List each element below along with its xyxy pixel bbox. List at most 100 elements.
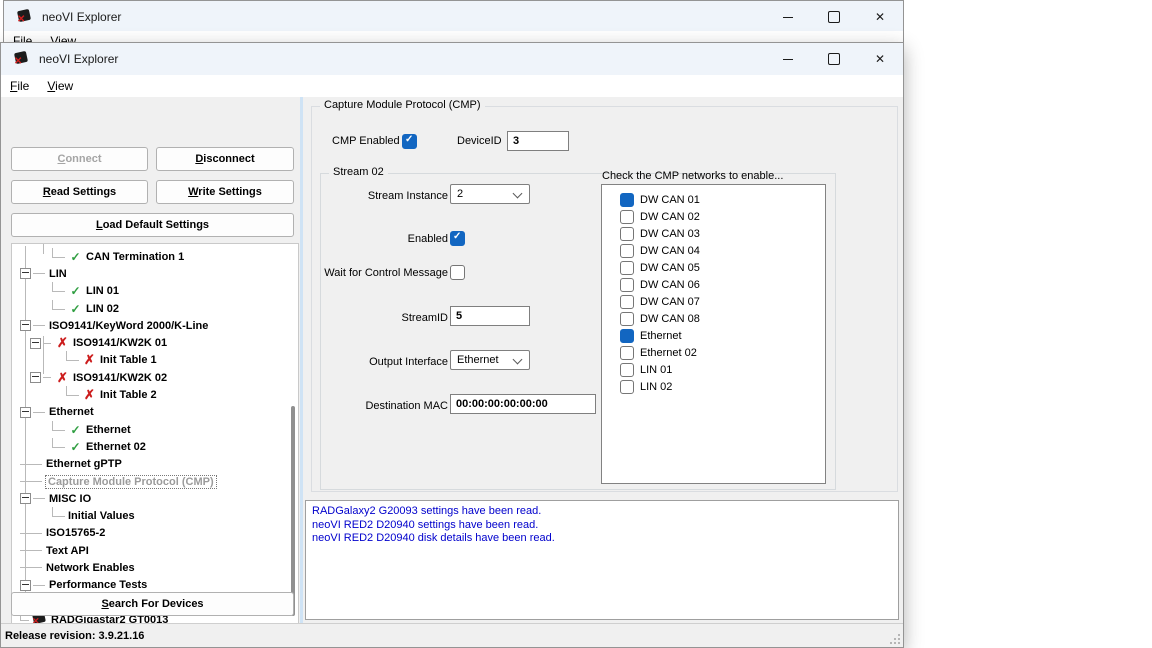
tree-connector [52, 507, 65, 517]
maximize-button[interactable] [811, 43, 857, 75]
neovi-explorer-window: ✕ neoVI Explorer ✕ File View Connect Dis… [0, 42, 904, 648]
log-output[interactable]: RADGalaxy2 G20093 settings have been rea… [305, 500, 899, 620]
tree-item-can-termination-1[interactable]: ✓CAN Termination 1 [12, 248, 298, 265]
wait-for-control-message-checkbox[interactable] [450, 265, 465, 280]
wait-for-control-message-label: Wait for Control Message [307, 265, 448, 281]
minimize-button[interactable] [765, 43, 811, 75]
collapse-icon[interactable] [20, 493, 31, 504]
write-settings-button[interactable]: Write Settings [156, 180, 294, 204]
tree-item-ethernet-group[interactable]: Ethernet [12, 404, 298, 421]
collapse-icon[interactable] [30, 372, 41, 383]
network-item-dw-can-06[interactable]: DW CAN 06 [602, 276, 825, 293]
device-id-input[interactable] [507, 131, 569, 151]
chevron-down-icon [513, 355, 523, 365]
network-item-dw-can-01[interactable]: DW CAN 01 [602, 191, 825, 208]
network-item-dw-can-03[interactable]: DW CAN 03 [602, 225, 825, 242]
window-content: Connect Disconnect Read Settings Write S… [1, 97, 903, 623]
network-item-dw-can-05[interactable]: DW CAN 05 [602, 259, 825, 276]
tree-item-ethernet[interactable]: ✓Ethernet [12, 421, 298, 438]
cross-icon: ✗ [55, 370, 70, 386]
checkbox[interactable] [620, 227, 634, 241]
tree-item-init-table-2[interactable]: ✗Init Table 2 [12, 386, 298, 403]
checkbox[interactable] [620, 312, 634, 326]
tree-item-lin-02[interactable]: ✓LIN 02 [12, 300, 298, 317]
tree-item-lin[interactable]: LIN [12, 265, 298, 282]
checkbox[interactable] [620, 363, 634, 377]
back-minimize-button[interactable] [765, 1, 811, 33]
menu-view[interactable]: View [38, 76, 82, 96]
tree-item-ethernet-02[interactable]: ✓Ethernet 02 [12, 438, 298, 455]
check-icon: ✓ [68, 284, 83, 298]
stream-id-input[interactable] [450, 306, 530, 326]
output-interface-select[interactable]: Ethernet [450, 350, 530, 370]
menu-file[interactable]: File [1, 76, 38, 96]
checkbox[interactable] [620, 329, 634, 343]
tree-connector [52, 300, 65, 310]
tree-item-capture-module-protocol[interactable]: Capture Module Protocol (CMP) [12, 473, 298, 490]
cmp-enabled-label: CMP Enabled [332, 133, 400, 149]
panel-splitter[interactable] [300, 97, 303, 623]
back-window-titlebar[interactable]: ✕ neoVI Explorer ✕ [4, 1, 903, 33]
network-item-lin-01[interactable]: LIN 01 [602, 361, 825, 378]
cmp-enabled-checkbox[interactable] [402, 134, 417, 149]
titlebar[interactable]: ✕ neoVI Explorer ✕ [1, 43, 903, 75]
back-maximize-button[interactable] [811, 1, 857, 33]
collapse-icon[interactable] [20, 407, 31, 418]
checkbox[interactable] [620, 261, 634, 275]
tree-scrollbar-thumb[interactable] [291, 406, 295, 616]
search-for-devices-button[interactable]: Search For Devices [11, 592, 294, 616]
network-item-ethernet[interactable]: Ethernet [602, 327, 825, 344]
connect-button[interactable]: Connect [11, 147, 148, 171]
enabled-checkbox[interactable] [450, 231, 465, 246]
tree-connector [33, 585, 45, 586]
tree-item-ethernet-gptp[interactable]: Ethernet gPTP [12, 456, 298, 473]
network-item-dw-can-02[interactable]: DW CAN 02 [602, 208, 825, 225]
checkbox[interactable] [620, 210, 634, 224]
network-item-dw-can-07[interactable]: DW CAN 07 [602, 293, 825, 310]
destination-mac-input[interactable] [450, 394, 596, 414]
read-settings-button[interactable]: Read Settings [11, 180, 148, 204]
network-item-dw-can-04[interactable]: DW CAN 04 [602, 242, 825, 259]
checkbox[interactable] [620, 380, 634, 394]
tree-item-misc-io[interactable]: MISC IO [12, 490, 298, 507]
stream-id-label: StreamID [331, 310, 448, 326]
collapse-icon[interactable] [20, 320, 31, 331]
load-default-settings-button[interactable]: Load Default Settings [11, 213, 294, 237]
device-id-label: DeviceID [457, 133, 502, 149]
network-item-dw-can-08[interactable]: DW CAN 08 [602, 310, 825, 327]
network-item-lin-02[interactable]: LIN 02 [602, 378, 825, 395]
tree-item-iso9141-kw2k-02[interactable]: ✗ISO9141/KW2K 02 [12, 369, 298, 386]
tree-item-iso9141-kw2k-01[interactable]: ✗ISO9141/KW2K 01 [12, 334, 298, 351]
stream-instance-select[interactable]: 2 [450, 184, 530, 204]
log-line: neoVI RED2 D20940 disk details have been… [312, 532, 892, 546]
network-item-ethernet-02[interactable]: Ethernet 02 [602, 344, 825, 361]
tree-connector [66, 386, 79, 396]
checkbox[interactable] [620, 193, 634, 207]
menubar: File View [1, 75, 903, 98]
destination-mac-label: Destination MAC [331, 398, 448, 414]
checkbox[interactable] [620, 346, 634, 360]
disconnect-button[interactable]: Disconnect [156, 147, 294, 171]
tree-item-iso9141-keyword[interactable]: ISO9141/KeyWord 2000/K-Line [12, 317, 298, 334]
cmp-group-title: Capture Module Protocol (CMP) [320, 99, 485, 111]
collapse-icon[interactable] [30, 338, 41, 349]
checkbox[interactable] [620, 244, 634, 258]
tree-item-lin-01[interactable]: ✓LIN 01 [12, 283, 298, 300]
tree-item-text-api[interactable]: Text API [12, 542, 298, 559]
cross-icon: ✗ [55, 335, 70, 351]
tree-item-init-table-1[interactable]: ✗Init Table 1 [12, 352, 298, 369]
back-close-button[interactable]: ✕ [857, 1, 903, 33]
close-button[interactable]: ✕ [857, 43, 903, 75]
collapse-icon[interactable] [20, 580, 31, 591]
resize-grip[interactable] [890, 634, 900, 644]
check-icon: ✓ [68, 423, 83, 437]
tree-item-initial-values[interactable]: Initial Values [12, 507, 298, 524]
log-line: RADGalaxy2 G20093 settings have been rea… [312, 505, 892, 519]
checkbox[interactable] [620, 295, 634, 309]
collapse-icon[interactable] [20, 268, 31, 279]
cmp-networks-listbox: DW CAN 01 DW CAN 02 DW CAN 03 DW CAN 04 … [601, 184, 826, 484]
back-window-title: neoVI Explorer [42, 10, 121, 24]
tree-item-iso15765-2[interactable]: ISO15765-2 [12, 525, 298, 542]
checkbox[interactable] [620, 278, 634, 292]
tree-item-network-enables[interactable]: Network Enables [12, 559, 298, 576]
